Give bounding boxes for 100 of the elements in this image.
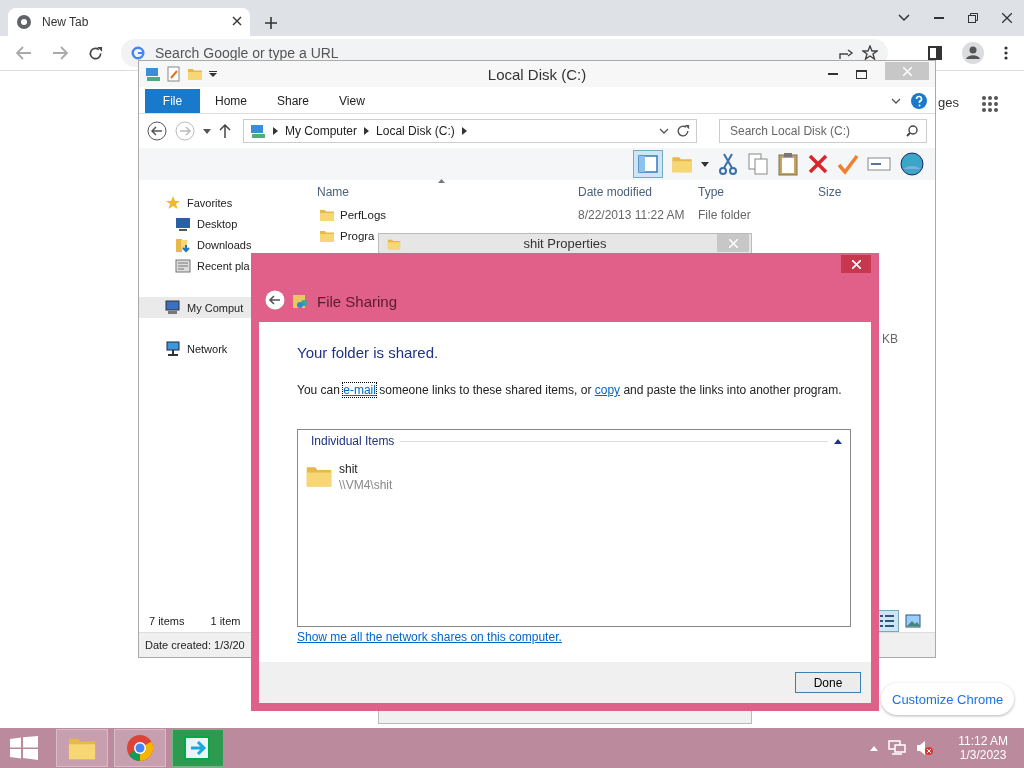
refresh-icon[interactable] xyxy=(676,124,690,138)
network-icon[interactable] xyxy=(888,740,907,756)
downloads-folder-icon xyxy=(175,236,191,253)
new-folder-icon xyxy=(187,66,203,82)
restore-icon[interactable] xyxy=(968,13,978,23)
computer-icon xyxy=(165,300,181,315)
browser-tab[interactable]: New Tab xyxy=(8,8,250,36)
shared-item-name[interactable]: shit xyxy=(339,462,393,476)
tab-title: New Tab xyxy=(42,15,90,29)
show-hidden-icons-icon[interactable] xyxy=(870,745,879,751)
ribbon-tab[interactable]: Home xyxy=(200,89,262,113)
desktop-icon xyxy=(175,216,191,231)
breadcrumb-item[interactable]: Local Disk (C:) xyxy=(376,124,455,138)
done-button[interactable]: Done xyxy=(795,672,861,693)
apps-grid-icon[interactable] xyxy=(982,96,998,112)
checkmark-icon[interactable] xyxy=(837,153,859,175)
file-name[interactable]: Progra xyxy=(340,229,375,242)
up-arrow-icon[interactable] xyxy=(219,124,231,138)
search-box[interactable]: Search Local Disk (C:) xyxy=(719,119,927,143)
close-icon xyxy=(728,238,738,248)
clipboard-icon[interactable] xyxy=(777,152,799,176)
delete-icon[interactable] xyxy=(807,153,829,175)
dropdown-caret-icon[interactable] xyxy=(701,161,709,167)
close-icon xyxy=(851,259,861,269)
close-button[interactable] xyxy=(841,255,871,273)
image-icon xyxy=(905,614,921,628)
back-icon[interactable] xyxy=(265,290,285,310)
dropdown-caret-icon[interactable] xyxy=(209,71,217,77)
dialog-title: File Sharing xyxy=(317,293,398,310)
star-icon xyxy=(165,194,181,211)
properties-icon[interactable] xyxy=(167,66,181,82)
window-title: Local Disk (C:) xyxy=(487,66,587,83)
rename-icon[interactable] xyxy=(867,155,891,173)
copy-link[interactable]: copy xyxy=(594,383,621,397)
message-text: You can e-mail someone links to these shared items, or copy and paste the links into another program. xyxy=(297,383,843,397)
reload-icon[interactable] xyxy=(88,45,103,61)
new-tab-icon[interactable] xyxy=(264,16,278,30)
breadcrumb-arrow-icon[interactable] xyxy=(461,127,467,135)
selection-count: 1 item xyxy=(210,615,241,627)
breadcrumb-arrow-icon[interactable] xyxy=(364,127,370,135)
column-header[interactable]: Type xyxy=(698,185,724,199)
group-title: Individual Items xyxy=(311,434,395,448)
email-link[interactable]: e-mail xyxy=(343,383,376,397)
back-icon[interactable] xyxy=(147,121,167,141)
network-icon xyxy=(165,340,181,357)
chrome-taskbar-button[interactable] xyxy=(114,729,166,767)
file-name[interactable]: PerfLogs xyxy=(340,208,387,221)
recent-places-icon xyxy=(175,257,191,274)
network-shares-link[interactable]: Show me all the network shares on this computer. xyxy=(297,630,562,644)
search-icon xyxy=(906,125,918,137)
maximize-icon[interactable] xyxy=(856,69,867,79)
collapse-caret-icon[interactable] xyxy=(834,438,842,444)
profile-icon[interactable] xyxy=(962,42,984,64)
breadcrumb-arrow-icon[interactable] xyxy=(273,127,278,135)
menu-icon[interactable] xyxy=(1004,46,1008,60)
volume-muted-icon[interactable] xyxy=(916,740,935,756)
chevron-down-icon[interactable] xyxy=(891,98,901,104)
address-bar[interactable]: My Computer Local Disk (C:) xyxy=(243,119,697,143)
column-header[interactable]: Name xyxy=(317,185,349,199)
nav-item[interactable]: Recent pla xyxy=(197,259,250,272)
help-icon[interactable] xyxy=(911,93,927,109)
ribbon-tab[interactable]: View xyxy=(324,89,380,113)
close-icon xyxy=(902,66,912,76)
layout-pane-icon[interactable] xyxy=(633,150,663,178)
details-text: Date created: 1/3/20 xyxy=(145,639,245,651)
folder-icon xyxy=(319,228,335,243)
nav-item[interactable]: Desktop xyxy=(197,217,238,230)
scissors-icon[interactable] xyxy=(717,152,739,176)
images-link[interactable]: ges xyxy=(938,95,959,110)
file-menu-tab[interactable]: File xyxy=(145,89,200,113)
computer-icon xyxy=(250,123,266,139)
breadcrumb-item[interactable]: My Computer xyxy=(285,124,358,138)
remote-app-taskbar-button[interactable] xyxy=(172,729,224,767)
ribbon-tab[interactable]: Share xyxy=(262,89,325,113)
people-icon xyxy=(293,294,309,310)
side-panel-icon[interactable] xyxy=(928,46,942,60)
chevron-down-icon[interactable] xyxy=(659,128,669,134)
star-icon[interactable] xyxy=(862,45,878,61)
globe-icon[interactable] xyxy=(899,151,925,177)
folder-icon xyxy=(319,207,335,222)
arrow-screen-icon xyxy=(183,734,213,762)
dialog-heading: Your folder is shared. xyxy=(297,344,440,361)
column-header[interactable]: Size xyxy=(818,185,842,199)
nav-item[interactable]: Downloads xyxy=(197,238,252,251)
recent-locations-caret-icon[interactable] xyxy=(203,128,211,134)
size-cell: KB xyxy=(882,332,898,346)
close-icon[interactable] xyxy=(1002,13,1012,23)
list-icon xyxy=(879,614,895,628)
nav-item[interactable]: Favorites xyxy=(187,196,233,209)
chevron-down-icon[interactable] xyxy=(898,14,910,22)
nav-item[interactable]: Network xyxy=(187,342,228,355)
computer-icon xyxy=(145,66,161,82)
google-icon xyxy=(131,46,145,60)
customize-chrome-button[interactable]: Customize Chrome xyxy=(881,683,1015,715)
windows-start-icon[interactable] xyxy=(10,736,38,760)
window-title: shit Properties xyxy=(523,236,607,251)
type-cell: File folder xyxy=(698,207,751,222)
url-field[interactable]: Search Google or type a URL xyxy=(153,44,830,62)
column-header[interactable]: Date modified xyxy=(578,185,653,199)
shared-item-path: \\VM4\shit xyxy=(339,478,393,492)
